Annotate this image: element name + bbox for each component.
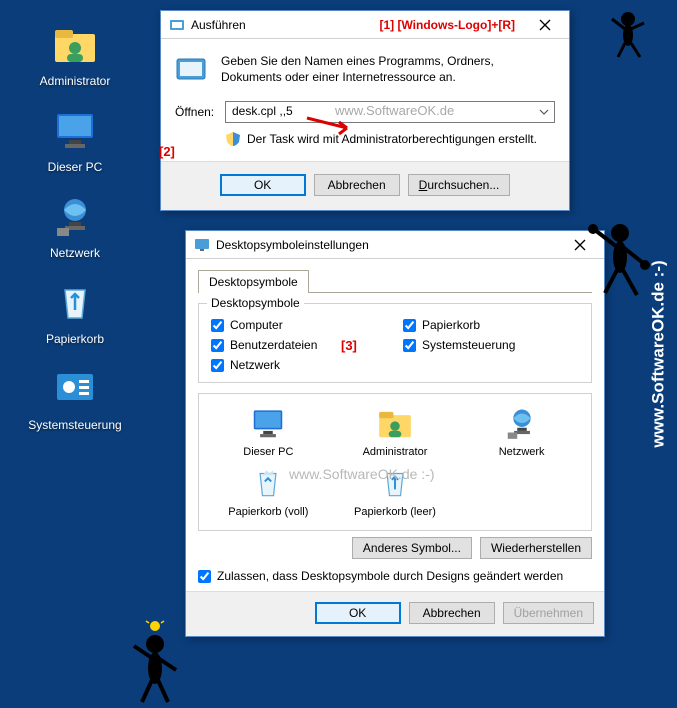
change-icon-button[interactable]: Anderes Symbol...	[352, 537, 472, 559]
checkbox-input[interactable]	[211, 319, 224, 332]
apply-button[interactable]: Übernehmen	[503, 602, 594, 624]
settings-title: Desktopsymboleinstellungen	[216, 238, 560, 252]
desktop-icon-area: Administrator Dieser PC Netzwerk Papierk…	[20, 20, 130, 450]
checkbox-user-files[interactable]: Benutzerdateien	[211, 338, 387, 352]
browse-button[interactable]: Durchsuchen...	[408, 174, 511, 196]
desktop-icon-label: Systemsteuerung	[28, 418, 121, 432]
monitor-icon	[194, 237, 210, 253]
decorative-figure	[575, 215, 655, 305]
desktop-icon-network[interactable]: Netzwerk	[20, 192, 130, 260]
decorative-figure	[120, 620, 190, 706]
group-legend: Desktopsymbole	[207, 296, 304, 310]
chevron-down-icon	[538, 106, 550, 118]
annotation-arrow	[301, 116, 351, 136]
close-button[interactable]	[525, 13, 565, 37]
annotation-1: [1] [Windows-Logo]+[R]	[379, 18, 515, 32]
checkbox-input[interactable]	[211, 339, 224, 352]
admin-text: Der Task wird mit Administratorberechtig…	[247, 132, 537, 146]
preview-network[interactable]: Netzwerk	[467, 404, 577, 458]
checkbox-recycle-bin[interactable]: Papierkorb	[403, 318, 579, 332]
allow-themes-checkbox[interactable]: Zulassen, dass Desktopsymbole durch Desi…	[198, 569, 592, 583]
desktop-icon-label: Netzwerk	[50, 246, 100, 260]
preview-administrator[interactable]: Administrator	[340, 404, 450, 458]
ok-button[interactable]: OK	[220, 174, 306, 196]
run-icon	[169, 17, 185, 33]
checkbox-input[interactable]	[403, 319, 416, 332]
checkbox-control-panel[interactable]: Systemsteuerung	[403, 338, 579, 352]
desktop-icon-recycle-bin[interactable]: Papierkorb	[20, 278, 130, 346]
run-dialog: Ausführen [1] [Windows-Logo]+[R] Geben S…	[160, 10, 570, 211]
run-title: Ausführen	[191, 18, 379, 32]
desktop-icon-administrator[interactable]: Administrator	[20, 20, 130, 88]
tab-bar: Desktopsymbole	[198, 269, 592, 293]
desktop-icons-group: Desktopsymbole Computer Papierkorb Benut…	[198, 303, 592, 383]
checkbox-computer[interactable]: Computer	[211, 318, 387, 332]
restore-default-button[interactable]: Wiederherstellen	[480, 537, 592, 559]
checkbox-input[interactable]	[211, 359, 224, 372]
settings-titlebar[interactable]: Desktopsymboleinstellungen	[186, 231, 604, 259]
open-label: Öffnen:	[175, 105, 225, 119]
tab-desktop-icons[interactable]: Desktopsymbole	[198, 270, 309, 293]
run-program-icon	[175, 53, 211, 89]
cancel-button[interactable]: Abbrechen	[314, 174, 400, 196]
annotation-3: [3]	[341, 338, 357, 353]
sidebar-watermark: www.SoftwareOK.de :-)	[647, 0, 671, 708]
run-titlebar[interactable]: Ausführen [1] [Windows-Logo]+[R]	[161, 11, 569, 39]
open-value: desk.cpl ,,5	[232, 104, 293, 118]
preview-recycle-empty[interactable]: Papierkorb (leer)	[340, 464, 450, 518]
shield-icon	[225, 131, 241, 147]
checkbox-input[interactable]	[198, 570, 211, 583]
checkbox-network[interactable]: Netzwerk	[211, 358, 387, 372]
desktop-icon-label: Dieser PC	[48, 160, 103, 174]
open-combobox[interactable]: desk.cpl ,,5	[225, 101, 555, 123]
icon-preview-area: Dieser PC Administrator Netzwerk Papierk…	[198, 393, 592, 531]
ok-button[interactable]: OK	[315, 602, 401, 624]
run-description: Geben Sie den Namen eines Programms, Ord…	[221, 53, 555, 89]
cancel-button[interactable]: Abbrechen	[409, 602, 495, 624]
desktop-icon-this-pc[interactable]: Dieser PC	[20, 106, 130, 174]
desktop-icon-control-panel[interactable]: Systemsteuerung	[20, 364, 130, 432]
desktop-icon-label: Papierkorb	[46, 332, 104, 346]
desktop-icon-label: Administrator	[40, 74, 111, 88]
checkbox-input[interactable]	[403, 339, 416, 352]
annotation-2: [2]	[159, 144, 175, 159]
preview-this-pc[interactable]: Dieser PC	[213, 404, 323, 458]
desktop-icon-settings-dialog: Desktopsymboleinstellungen Desktopsymbol…	[185, 230, 605, 637]
preview-recycle-full[interactable]: Papierkorb (voll)	[213, 464, 323, 518]
